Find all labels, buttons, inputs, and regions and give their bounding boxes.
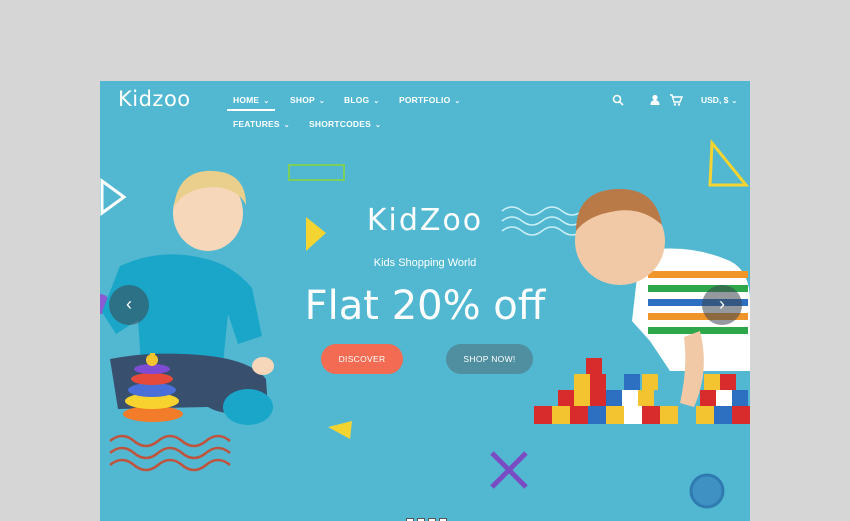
chevron-down-icon: ⌄ xyxy=(318,98,325,105)
chevron-down-icon: ⌄ xyxy=(374,122,382,129)
discover-button[interactable]: DISCOVER xyxy=(321,344,403,374)
nav-item-label: FEATURES xyxy=(233,119,280,129)
chevron-down-icon: ⌄ xyxy=(454,98,461,105)
nav-item-shortcodes[interactable]: SHORTCODES ⌄ xyxy=(309,119,381,129)
hero-headline: Flat 20% off xyxy=(304,283,546,329)
blue-ring-shape xyxy=(689,473,725,509)
wave-left-shape xyxy=(109,434,231,448)
nav-item-label: BLOG xyxy=(344,95,370,105)
chevron-down-icon: ⌄ xyxy=(373,98,380,105)
shop-now-button[interactable]: SHOP NOW! xyxy=(446,344,533,374)
nav-item-label: HOME xyxy=(233,95,260,105)
currency-label: USD, $ xyxy=(701,95,729,105)
nav-item-label: PORTFOLIO xyxy=(399,95,451,105)
nav-item-portfolio[interactable]: PORTFOLIO ⌄ xyxy=(399,95,460,105)
nav-item-features[interactable]: FEATURES ⌄ xyxy=(233,119,290,129)
site-logo[interactable]: Kidzoo xyxy=(118,87,191,111)
nav-active-indicator xyxy=(227,109,275,111)
nav-item-label: SHOP xyxy=(290,95,315,105)
hero-frame: Kidzoo HOME ⌄ SHOP ⌄ BLOG ⌄ PORTFOLIO ⌄ FEAT… xyxy=(100,81,750,521)
chevron-down-icon: ⌄ xyxy=(731,98,738,105)
user-icon[interactable] xyxy=(650,94,660,106)
hero-brand-title: KidZoo xyxy=(366,203,484,238)
cart-icon[interactable] xyxy=(669,94,683,106)
purple-x-shape xyxy=(490,451,528,489)
chevron-left-icon: ‹ xyxy=(126,294,132,314)
currency-selector[interactable]: USD, $ ⌄ xyxy=(701,95,737,105)
green-rect-shape xyxy=(288,164,345,181)
search-icon[interactable] xyxy=(612,94,624,106)
hero-tagline: Kids Shopping World xyxy=(373,257,477,269)
slider-prev-button[interactable]: ‹ xyxy=(109,285,149,325)
chevron-down-icon: ⌄ xyxy=(263,98,270,105)
chevron-down-icon: ⌄ xyxy=(283,122,290,129)
small-triangle-shape xyxy=(328,421,352,439)
nav-item-label: SHORTCODES xyxy=(309,119,371,129)
slider-pagination xyxy=(406,513,450,521)
nav-item-shop[interactable]: SHOP ⌄ xyxy=(290,95,325,105)
nav-item-blog[interactable]: BLOG ⌄ xyxy=(344,95,379,105)
nav-item-home[interactable]: HOME ⌄ xyxy=(227,95,275,111)
triangle-outline-right-shape xyxy=(708,138,750,187)
slider-next-button[interactable]: › xyxy=(702,285,742,325)
chevron-right-icon: › xyxy=(719,294,725,314)
